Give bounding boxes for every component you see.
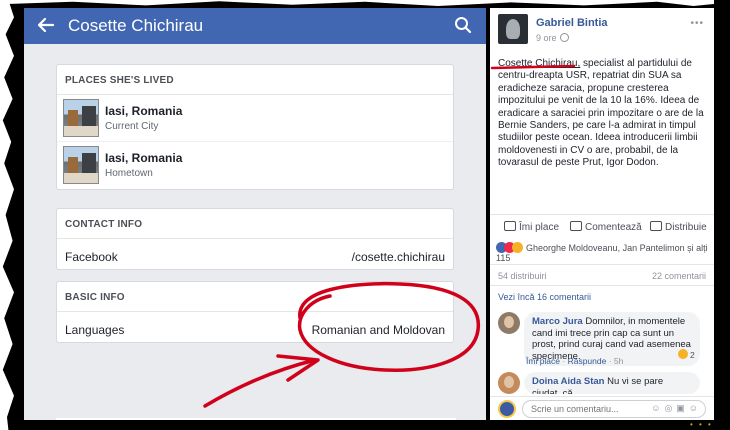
place-name[interactable]: Iasi, Romania	[105, 151, 182, 165]
city-photo-thumbnail	[63, 146, 99, 184]
city-photo-thumbnail	[63, 99, 99, 137]
mentioned-name[interactable]: Cosette Chichirau,	[498, 58, 580, 69]
profile-screen: Cosette Chichirau PLACES SHE'S LIVED Ias…	[24, 8, 486, 420]
post-counts: 54 distribuiri 22 comentarii	[490, 264, 714, 286]
shares-count[interactable]: 54 distribuiri	[498, 271, 547, 281]
view-more-comments-link[interactable]: Vezi încă 16 comentarii	[498, 292, 591, 302]
haha-reaction-icon	[678, 349, 688, 359]
comment-like-link[interactable]: Îmi place	[526, 356, 560, 366]
comment-reply-link[interactable]: Răspunde	[568, 356, 607, 366]
post-body-text: specialist al partidului de centru-dreap…	[498, 58, 704, 169]
basic-info-card: BASIC INFO Languages Romanian and Moldov…	[56, 281, 454, 343]
languages-value: Romanian and Moldovan	[311, 323, 445, 337]
decorative-dots: • • •	[690, 420, 713, 429]
place-subtitle: Hometown	[105, 168, 153, 179]
contact-heading: CONTACT INFO	[57, 209, 453, 239]
contact-info-card: CONTACT INFO Facebook /cosette.chichirau	[56, 208, 454, 270]
comment-composer: ☺◎▣☺	[490, 396, 714, 420]
comment-bubble: Doina Aida Stan Nu vi se pare ciudat, că	[524, 372, 700, 394]
comment-button[interactable]: Comentează	[570, 221, 642, 233]
facebook-post: Gabriel Bintia 9 ore ••• Cosette Chichir…	[490, 8, 714, 420]
profile-header-bar: Cosette Chichirau	[24, 8, 486, 44]
composer-emoji-icons[interactable]: ☺◎▣☺	[651, 403, 702, 414]
facebook-label: Facebook	[65, 250, 118, 264]
more-options-icon[interactable]: •••	[690, 18, 704, 29]
back-arrow-icon[interactable]	[36, 15, 56, 35]
places-lived-card: PLACES SHE'S LIVED Iasi, Romania Current…	[56, 64, 454, 190]
post-body: Cosette Chichirau, specialist al partidu…	[498, 58, 708, 170]
thumbs-up-icon	[504, 221, 516, 231]
place-subtitle: Current City	[105, 121, 159, 132]
place-item-hometown[interactable]: Iasi, Romania Hometown	[57, 141, 453, 187]
comment-reaction-count: 2	[690, 350, 695, 360]
facebook-profile-link[interactable]: /cosette.chichirau	[352, 250, 445, 264]
post-actions: Îmi place Comentează Distribuie	[490, 214, 714, 238]
comments-count[interactable]: 22 comentarii	[652, 271, 706, 281]
share-button[interactable]: Distribuie	[650, 221, 707, 233]
comment-author[interactable]: Marco Jura	[532, 316, 583, 327]
share-icon	[650, 221, 662, 231]
haha-reaction-icon	[512, 242, 523, 253]
languages-label: Languages	[65, 323, 125, 337]
place-name[interactable]: Iasi, Romania	[105, 104, 182, 118]
next-card-edge	[56, 418, 456, 420]
current-user-avatar	[498, 400, 516, 418]
comment-author[interactable]: Doina Aida Stan	[532, 376, 605, 387]
profile-title: Cosette Chichirau	[68, 16, 204, 35]
comment-time: 5h	[613, 356, 624, 366]
place-item-current-city[interactable]: Iasi, Romania Current City	[57, 95, 453, 141]
comment-meta: Îmi place · Răspunde · 5h	[526, 356, 624, 366]
comment-icon	[570, 221, 582, 231]
places-heading: PLACES SHE'S LIVED	[57, 65, 453, 95]
like-button[interactable]: Îmi place	[504, 221, 559, 233]
black-photo-frame-right	[714, 0, 730, 430]
post-time[interactable]: 9 ore	[536, 33, 557, 43]
globe-icon	[560, 33, 569, 42]
basic-info-heading: BASIC INFO	[57, 282, 453, 312]
languages-row: Languages Romanian and Moldovan	[57, 312, 453, 350]
post-author[interactable]: Gabriel Bintia	[536, 17, 608, 29]
author-avatar[interactable]	[498, 14, 528, 44]
search-icon[interactable]	[454, 16, 472, 34]
reactions-summary[interactable]: Gheorghe Moldoveanu, Jan Pantelimon și a…	[496, 242, 714, 263]
commenter-avatar[interactable]	[498, 372, 520, 394]
facebook-row[interactable]: Facebook /cosette.chichirau	[57, 239, 453, 277]
reactions-text: Gheorghe Moldoveanu, Jan Pantelimon și a…	[496, 243, 708, 263]
commenter-avatar[interactable]	[498, 312, 520, 334]
